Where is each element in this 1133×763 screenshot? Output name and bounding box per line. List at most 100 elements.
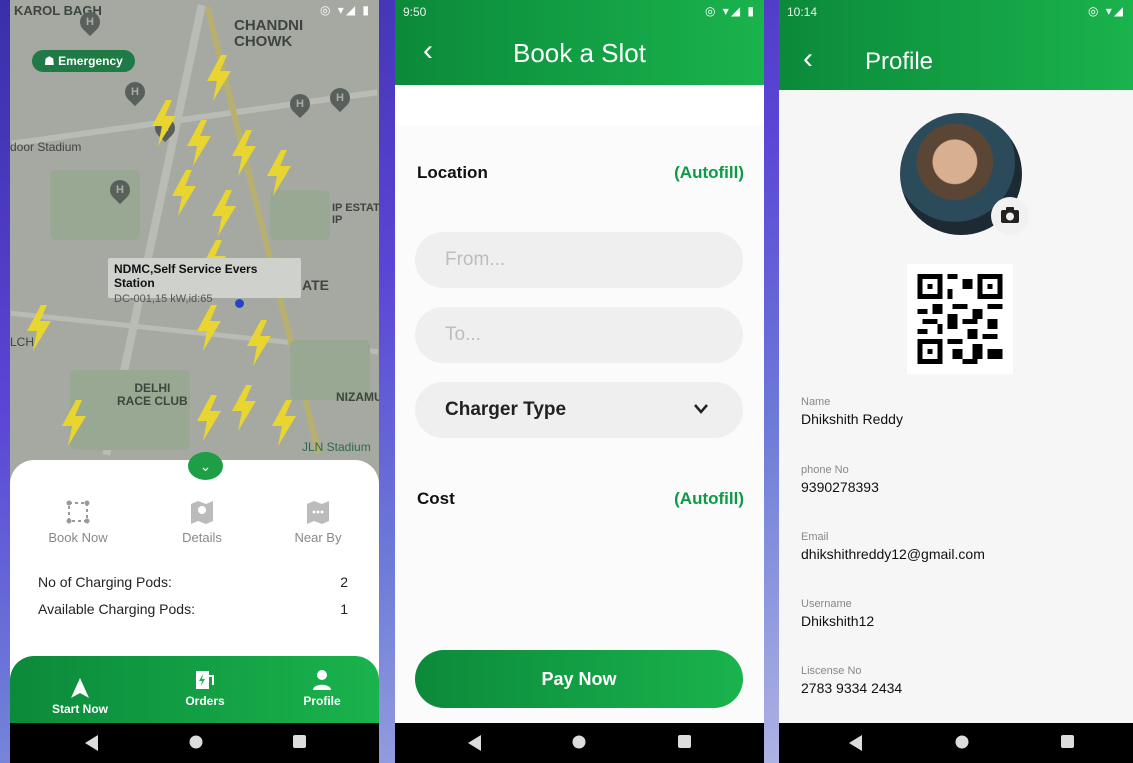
location-autofill: (Autofill): [674, 163, 744, 182]
book-now-label: Book Now: [48, 530, 108, 545]
status-time: 9:50: [403, 5, 427, 19]
page-title: Profile: [865, 48, 934, 75]
navigation-arrow-icon: [71, 678, 89, 698]
back-button[interactable]: ‹: [803, 44, 813, 74]
station-details: DC-001,15 kW,id:65: [114, 293, 213, 305]
system-recents-icon[interactable]: [293, 735, 306, 748]
charging-station-marker-icon[interactable]: [210, 190, 238, 236]
charging-station-marker-icon[interactable]: [170, 170, 198, 216]
system-back-icon[interactable]: [85, 735, 99, 751]
status-time: 10:14: [787, 5, 818, 19]
status-icons: ◎ ▾◢ ▮: [320, 3, 371, 17]
system-recents-icon[interactable]: [678, 735, 691, 748]
pods-available-label: Available Charging Pods:: [38, 601, 195, 617]
location-label: Location: [417, 163, 488, 182]
chevron-down-icon: ⌄: [199, 458, 212, 474]
map-label-ip-estate: IP ESTAT IP: [332, 202, 379, 226]
hospital-icon: H: [120, 77, 150, 107]
change-photo-button[interactable]: [991, 197, 1029, 235]
collapse-sheet-button[interactable]: ⌄: [188, 452, 223, 480]
name-label: Name: [801, 396, 831, 408]
profile-screen: 10:14 ◎ ▾◢ ‹ Profile Name Dhikshith Redd…: [779, 0, 1133, 763]
charging-station-marker-icon[interactable]: [25, 305, 53, 351]
camera-icon: [1001, 207, 1019, 223]
details-label: Details: [182, 530, 222, 545]
pods-total-row: No of Charging Pods: 2: [38, 574, 348, 590]
pods-available-value: 1: [340, 601, 348, 617]
person-icon: [313, 670, 331, 690]
system-home-icon[interactable]: [572, 735, 586, 749]
license-field: Liscense No 2783 9334 2434: [801, 665, 902, 696]
pods-total-label: No of Charging Pods:: [38, 574, 172, 590]
phone-field: phone No 9390278393: [801, 464, 879, 495]
charging-station-marker-icon[interactable]: [230, 385, 258, 431]
map-label-delhi-race-club: DELHI RACE CLUB: [117, 381, 188, 408]
username-value: Dhikshith12: [801, 613, 875, 629]
station-actions: Book Now Details Near By: [10, 498, 379, 554]
booking-form: Location (Autofill) From... To... Charge…: [395, 125, 764, 723]
email-label: Email: [801, 531, 829, 543]
chevron-down-icon: [694, 404, 708, 414]
charging-station-marker-icon[interactable]: [230, 130, 258, 176]
nav-profile[interactable]: Profile: [292, 668, 352, 708]
book-now-button[interactable]: Book Now: [28, 498, 128, 545]
charging-station-marker-icon[interactable]: [270, 400, 298, 446]
ev-charger-icon: [196, 671, 214, 689]
system-back-icon[interactable]: [468, 735, 482, 751]
charging-station-marker-icon[interactable]: [150, 100, 178, 146]
app-bar: 9:50 ◎ ▾◢ ▮ ‹ Book a Slot: [395, 0, 764, 85]
station-info-callout[interactable]: NDMC,Self Service Evers Station DC-001,1…: [108, 258, 301, 305]
pay-now-button[interactable]: Pay Now: [415, 650, 743, 708]
app-bar: 10:14 ◎ ▾◢ ‹ Profile: [779, 0, 1133, 90]
emergency-button[interactable]: ☗ Emergency: [32, 50, 135, 72]
emergency-icon: ☗: [44, 54, 59, 68]
system-home-icon[interactable]: [189, 735, 203, 749]
grid-select-icon: [66, 500, 90, 524]
profile-qr-code: [907, 264, 1013, 374]
status-icons: ◎ ▾◢ ▮: [705, 4, 756, 18]
nav-orders[interactable]: Orders: [175, 668, 235, 708]
charger-type-label: Charger Type: [445, 399, 567, 420]
near-by-label: Near By: [294, 530, 342, 545]
charging-station-marker-icon[interactable]: [185, 120, 213, 166]
username-field: Username Dhikshith12: [801, 598, 874, 629]
charging-station-marker-icon[interactable]: [245, 320, 273, 366]
near-by-button[interactable]: Near By: [268, 498, 368, 545]
charging-station-marker-icon[interactable]: [195, 305, 223, 351]
nav-start-now[interactable]: Start Now: [50, 676, 110, 716]
system-home-icon[interactable]: [955, 735, 969, 749]
system-back-icon[interactable]: [849, 735, 863, 751]
map-label-gate: ATE: [302, 277, 329, 293]
username-label: Username: [801, 598, 852, 610]
charging-station-marker-icon[interactable]: [265, 150, 293, 196]
status-icons: ◎ ▾◢: [1087, 4, 1125, 18]
back-button[interactable]: ‹: [423, 36, 433, 66]
phone-label: phone No: [801, 464, 849, 476]
page-title: Book a Slot: [513, 38, 646, 68]
system-navigation-bar: [10, 723, 379, 763]
map-label-nizamu: NIZAMU: [336, 390, 379, 404]
map-label-jln-stadium: JLN Stadium: [302, 440, 371, 454]
license-label: Liscense No: [801, 665, 862, 677]
current-location-icon: [235, 299, 244, 308]
charging-station-marker-icon[interactable]: [60, 400, 88, 446]
map-label-chandni-chowk: CHANDNI CHOWK: [234, 17, 304, 50]
charging-station-marker-icon[interactable]: [205, 55, 233, 101]
details-button[interactable]: Details: [152, 498, 252, 545]
hospital-icon: H: [105, 175, 135, 205]
license-value: 2783 9334 2434: [801, 680, 903, 696]
email-field: Email dhikshithreddy12@gmail.com: [801, 531, 985, 562]
charging-station-marker-icon[interactable]: [195, 395, 223, 441]
cost-label: Cost: [417, 489, 455, 508]
hospital-icon: H: [285, 89, 315, 119]
from-input[interactable]: From...: [415, 232, 743, 288]
nav-orders-label: Orders: [185, 694, 225, 708]
name-field: Name Dhikshith Reddy: [801, 396, 903, 427]
pods-available-row: Available Charging Pods: 1: [38, 601, 348, 617]
system-recents-icon[interactable]: [1061, 735, 1074, 748]
map-screen: ◎ ▾◢ ▮ KAROL BAGH CHANDNI CHOWK door Sta…: [10, 0, 379, 763]
charger-type-select[interactable]: Charger Type: [415, 382, 743, 438]
emergency-label: Emergency: [58, 54, 123, 68]
nav-profile-label: Profile: [303, 694, 341, 708]
to-input[interactable]: To...: [415, 307, 743, 363]
